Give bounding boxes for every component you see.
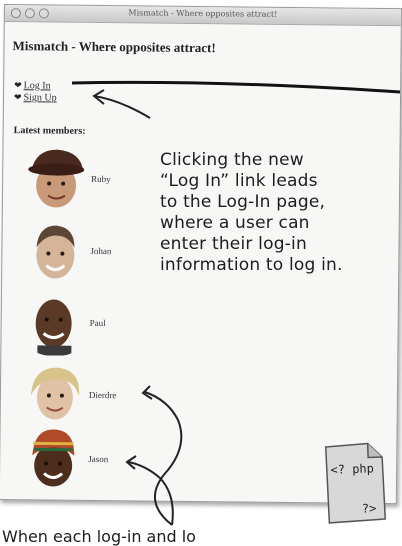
- callout-line: enter their log-in: [160, 234, 307, 254]
- member-name: Dierdre: [88, 389, 117, 401]
- member-item[interactable]: Jason: [21, 425, 163, 496]
- php-open-tag: <? php: [330, 461, 375, 477]
- log-in-link[interactable]: Log In: [24, 80, 51, 91]
- avatar[interactable]: [24, 217, 87, 284]
- callout-line: “Log In” link leads: [160, 171, 318, 191]
- window-title: Mismatch - Where opposites attract!: [128, 8, 278, 19]
- member-name: Ruby: [91, 173, 111, 185]
- member-item[interactable]: Johan: [24, 217, 165, 288]
- callout-note: Clicking the new “Log In” link leads to …: [160, 150, 396, 276]
- member-name: Jason: [88, 453, 109, 465]
- nav-menu: ❤ Log In ❤ Sign Up: [14, 79, 57, 103]
- nav-item-sign-up[interactable]: ❤ Sign Up: [14, 91, 57, 103]
- php-file-icon: <? php ?>: [322, 439, 389, 527]
- member-name: Paul: [89, 317, 106, 329]
- page-title: Mismatch - Where opposites attract!: [12, 38, 216, 56]
- member-item[interactable]: Paul: [23, 289, 164, 360]
- avatar[interactable]: [23, 289, 87, 356]
- avatar[interactable]: [22, 361, 86, 428]
- avatar[interactable]: [24, 145, 88, 212]
- member-item[interactable]: Dierdre: [22, 361, 164, 432]
- title-bar: Mismatch - Where opposites attract!: [4, 5, 401, 27]
- callout-line: information to log in.: [160, 255, 343, 275]
- callout-line: to the Log-In page,: [160, 192, 326, 212]
- avatar[interactable]: [21, 425, 85, 492]
- member-item[interactable]: Ruby: [24, 145, 166, 216]
- heart-icon: ❤: [13, 91, 22, 102]
- nav-item-log-in[interactable]: ❤ Log In: [14, 79, 57, 91]
- heart-icon: ❤: [14, 79, 22, 90]
- callout-line: where a user can: [160, 213, 310, 233]
- sign-up-link[interactable]: Sign Up: [24, 92, 57, 103]
- latest-members-heading: Latest members:: [13, 125, 86, 137]
- member-name: Johan: [90, 245, 112, 257]
- php-close-tag: ?>: [361, 501, 377, 516]
- bottom-note: When each log-in and lo: [2, 527, 196, 546]
- callout-line: Clicking the new: [160, 150, 304, 170]
